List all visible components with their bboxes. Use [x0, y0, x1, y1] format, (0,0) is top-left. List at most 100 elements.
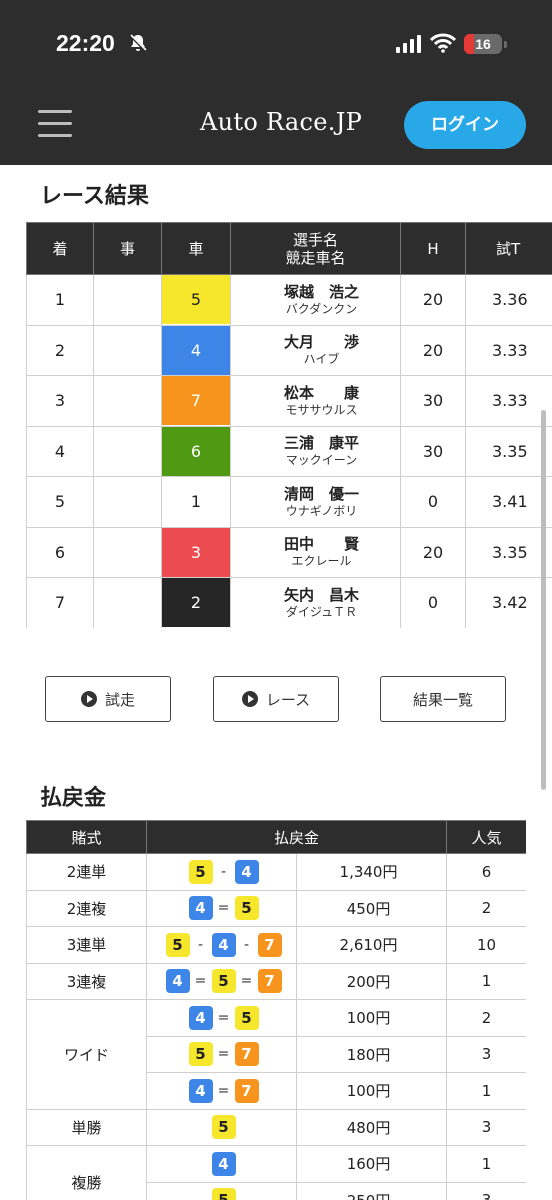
payout-row: 2連単 5-4 1,340円 6 — [26, 853, 526, 891]
bet-type-cell: 単勝 — [26, 1108, 147, 1146]
rider-name[interactable]: 清岡 優一 — [243, 485, 400, 503]
col-trial-time: 試T — [465, 222, 552, 275]
rider-name[interactable]: 塚越 浩之 — [243, 283, 400, 301]
payout-row: ワイド 4 = 5 100円 2 — [26, 999, 526, 1110]
trial-time-cell: 3.42 — [465, 577, 552, 628]
col-popularity: 人気 — [446, 820, 526, 854]
handicap-cell: 20 — [400, 526, 466, 578]
trial-time-cell: 3.33 — [465, 375, 552, 427]
combo-separator: = — [240, 973, 253, 990]
popularity-cell: 2 — [446, 999, 526, 1037]
rider-name[interactable]: 三浦 康平 — [243, 434, 400, 452]
trial-time-cell: 3.36 — [465, 274, 552, 326]
rider-name[interactable]: 矢内 昌木 — [243, 586, 400, 604]
site-logo[interactable]: Auto Race.JP — [200, 108, 362, 136]
payout-amount: 200円 — [295, 962, 448, 1000]
popularity-cell: 3 — [446, 1108, 526, 1146]
rider-cell[interactable]: 松本 康モササウルス — [230, 375, 401, 427]
trial-video-label: 試走 — [104, 690, 135, 709]
car-number-badge: 4 — [162, 325, 230, 375]
rider-cell[interactable]: 矢内 昌木 ダイジュＴＲ — [230, 577, 401, 628]
rider-cell[interactable]: 塚越 浩之 バクダンクン — [230, 274, 401, 326]
combination-cell: 4 = 5 — [146, 889, 297, 927]
car-chip: 4 — [234, 859, 259, 884]
handicap-cell: 20 — [400, 274, 466, 326]
rider-name[interactable]: 大月 渉 — [243, 333, 400, 351]
car-chip: 7 — [257, 932, 282, 957]
car-number-badge: 1 — [162, 477, 230, 527]
result-row: 7 2 矢内 昌木 ダイジュＴＲ 0 3.42 — [26, 577, 552, 628]
race-result-title: レース結果 — [40, 184, 149, 209]
rider-cell[interactable]: 三浦 康平 マックイーン — [230, 425, 401, 477]
combo-separator: = — [217, 1046, 230, 1063]
hamburger-menu-icon[interactable] — [38, 110, 72, 138]
payout-table: 賭式 払戻金 人気 2連単 5-4 1,340円 6 2連複 4 = 5 450円 2 3連単 5-4… — [26, 820, 526, 1200]
battery-level: 16 — [475, 36, 491, 52]
result-row: 2 4 大月 渉ハイブ 20 3.33 — [26, 324, 552, 376]
machine-name: ウナギノボリ — [285, 503, 358, 518]
results-list-button[interactable]: 結果一覧 — [380, 676, 506, 722]
rider-name[interactable]: 松本 康 — [243, 384, 400, 402]
incident-cell — [93, 526, 162, 578]
result-row: 1 5 塚越 浩之 バクダンクン 20 3.36 — [26, 274, 552, 326]
app-header: 22:20 16 Auto Race.JP ログイン — [0, 0, 552, 165]
battery-icon: 16 — [464, 34, 507, 54]
car-chip: 7 — [234, 1078, 259, 1103]
col-incident: 事 — [93, 222, 162, 275]
machine-name: ダイジュＴＲ — [285, 604, 358, 619]
race-video-button[interactable]: レース — [213, 676, 339, 722]
trial-video-button[interactable]: 試走 — [45, 676, 171, 722]
car-number-cell: 4 — [161, 324, 231, 376]
car-number-badge: 3 — [162, 527, 230, 577]
bet-type-cell: 2連複 — [26, 889, 147, 927]
rider-cell[interactable]: 田中 賢エクレール — [230, 526, 401, 578]
payout-row: 3連単 5-4-7 2,610円 10 — [26, 926, 526, 964]
payout-amount: 1,340円 — [295, 853, 448, 891]
car-chip: 7 — [234, 1042, 259, 1067]
popularity-cell: 1 — [446, 1072, 526, 1110]
trial-time-cell: 3.41 — [465, 476, 552, 528]
rider-cell[interactable]: 清岡 優一 ウナギノボリ — [230, 476, 401, 528]
car-chip: 4 — [211, 1151, 236, 1176]
col-rider-name: 選手名 — [292, 230, 338, 249]
incident-cell — [93, 324, 162, 376]
rank-cell: 6 — [26, 526, 94, 578]
bet-type-cell: 3連単 — [26, 926, 147, 964]
payout-amount: 480円 — [295, 1108, 448, 1146]
bell-muted-icon — [128, 33, 148, 53]
combo-separator: = — [217, 1009, 230, 1026]
combo-separator: = — [194, 973, 207, 990]
combo-separator: - — [220, 863, 227, 880]
signal-icon — [396, 35, 421, 53]
machine-name: ハイブ — [303, 352, 340, 367]
car-chip: 5 — [211, 1188, 236, 1200]
col-rank: 着 — [26, 222, 94, 275]
combination-cell: 5 — [146, 1181, 297, 1200]
rider-cell[interactable]: 大月 渉ハイブ — [230, 324, 401, 376]
incident-cell — [93, 577, 162, 628]
status-bar: 22:20 16 — [0, 0, 552, 90]
login-button[interactable]: ログイン — [404, 101, 526, 149]
machine-name: エクレール — [291, 554, 352, 569]
bet-type-cell: 3連複 — [26, 962, 147, 1000]
rider-name[interactable]: 田中 賢 — [243, 535, 400, 553]
play-icon — [241, 691, 258, 707]
car-chip: 5 — [234, 896, 259, 921]
handicap-cell: 30 — [400, 375, 466, 427]
car-chip: 5 — [234, 1005, 259, 1030]
payout-amount: 450円 — [295, 889, 448, 927]
car-number-cell: 3 — [161, 526, 231, 578]
car-chip: 5 — [188, 1042, 213, 1067]
rank-cell: 7 — [26, 577, 94, 628]
result-row: 5 1 清岡 優一 ウナギノボリ 0 3.41 — [26, 476, 552, 528]
race-video-label: レース — [265, 690, 311, 709]
rank-cell: 2 — [26, 324, 94, 376]
popularity-cell: 6 — [446, 853, 526, 891]
car-chip: 4 — [188, 1078, 213, 1103]
payout-amount: 160円 — [295, 1145, 448, 1183]
scrollbar[interactable] — [541, 410, 546, 790]
combo-separator: - — [243, 936, 250, 953]
incident-cell — [93, 425, 162, 477]
combination-cell: 5-4-7 — [146, 926, 297, 964]
combo-separator: - — [197, 936, 204, 953]
